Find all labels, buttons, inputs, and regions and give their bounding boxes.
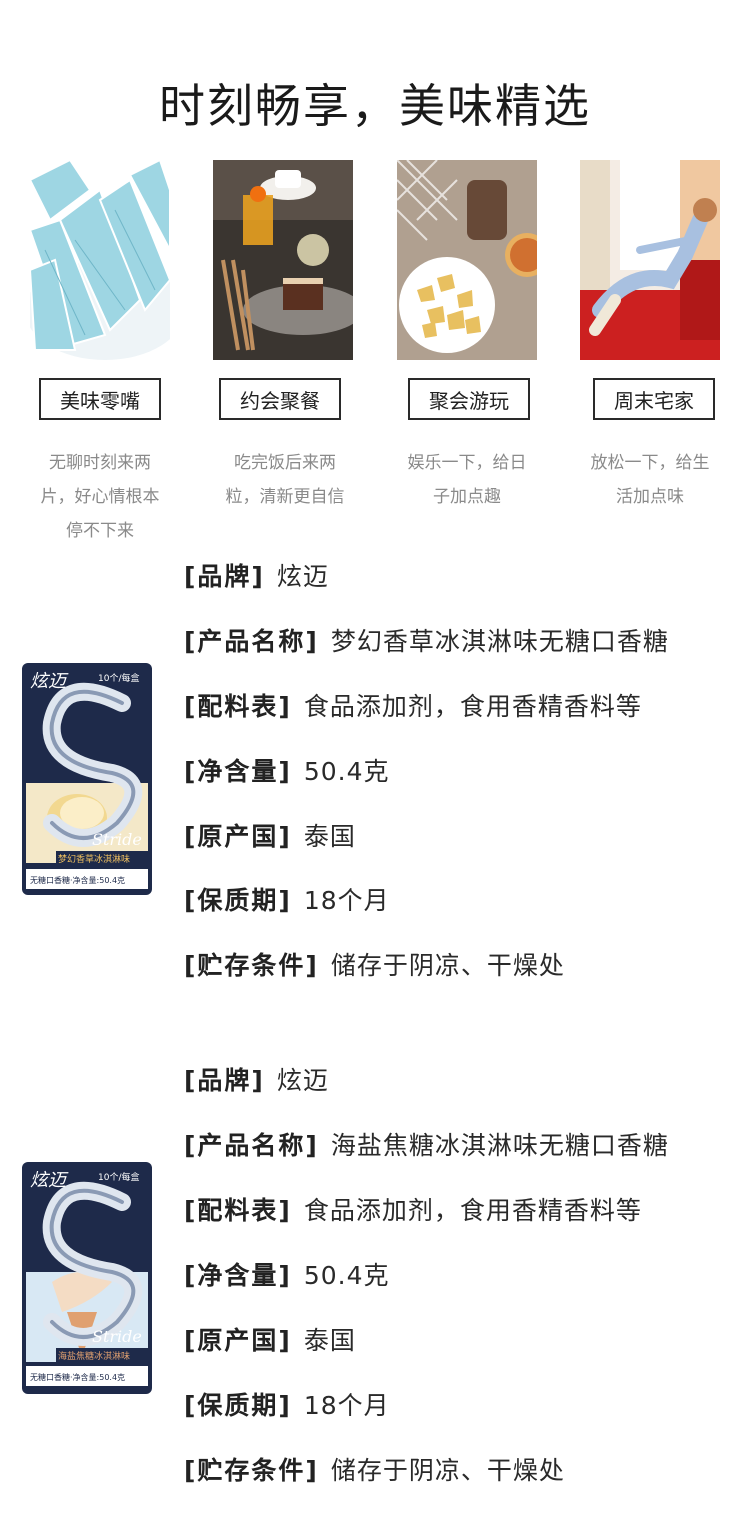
spec-value: 50.4克 <box>303 757 390 786</box>
spec-label: [配料表] <box>184 1196 292 1225</box>
spec-value: 海盐焦糖冰淇淋味无糖口香糖 <box>330 1131 669 1160</box>
svg-text:10个/每盒: 10个/每盒 <box>98 1171 140 1183</box>
spec-origin: [原产国] 泰国 <box>184 815 356 855</box>
spec-label: [净含量] <box>184 1261 292 1290</box>
spec-label: [品牌] <box>184 1066 265 1095</box>
gum-sticks-photo <box>30 160 170 360</box>
spec-value: 18个月 <box>303 886 390 915</box>
spec-value: 18个月 <box>303 1391 390 1420</box>
spec-label: [保质期] <box>184 1391 292 1420</box>
spec-origin: [原产国] 泰国 <box>184 1319 356 1359</box>
spec-ingredients: [配料表] 食品添加剂，食用香精香料等 <box>184 685 642 725</box>
svg-text:炫迈: 炫迈 <box>30 671 69 692</box>
scene-desc-snack: 无聊时刻来两片，好心情根本停不下来 <box>40 453 160 541</box>
spec-storage: [贮存条件] 储存于阴凉、干燥处 <box>184 944 565 984</box>
stride-vanilla-pack: 炫迈 10个/每盒 Stride 梦幻香草冰淇淋味 无糖口香糖·净含量:50.4… <box>22 663 152 895</box>
spec-label: [产品名称] <box>184 627 319 656</box>
spec-brand: [品牌] 炫迈 <box>184 555 329 595</box>
svg-text:梦幻香草冰淇淋味: 梦幻香草冰淇淋味 <box>58 853 130 865</box>
spec-label: [原产国] <box>184 1326 292 1355</box>
spec-value: 泰国 <box>303 1326 356 1355</box>
spec-label: [产品名称] <box>184 1131 319 1160</box>
dessert-table-photo <box>213 160 353 360</box>
spec-net-weight: [净含量] 50.4克 <box>184 1254 390 1294</box>
spec-value: 储存于阴凉、干燥处 <box>330 951 565 980</box>
spec-ingredients: [配料表] 食品添加剂，食用香精香料等 <box>184 1189 642 1229</box>
spec-label: [贮存条件] <box>184 1456 319 1485</box>
spec-label: [贮存条件] <box>184 951 319 980</box>
spec-storage: [贮存条件] 储存于阴凉、干燥处 <box>184 1449 565 1489</box>
spec-label: [原产国] <box>184 822 292 851</box>
svg-text:Stride: Stride <box>92 1327 142 1346</box>
snacks-tea-photo <box>397 160 537 360</box>
scene-tag-dating: 约会聚餐 <box>219 378 341 420</box>
svg-text:海盐焦糖冰淇淋味: 海盐焦糖冰淇淋味 <box>58 1350 130 1362</box>
spec-label: [净含量] <box>184 757 292 786</box>
stride-sea-salt-caramel-pack: 炫迈 10个/每盒 Stride 海盐焦糖冰淇淋味 无糖口香糖·净含量:50.4… <box>22 1162 152 1394</box>
svg-text:无糖口香糖·净含量:50.4克: 无糖口香糖·净含量:50.4克 <box>30 875 125 885</box>
spec-value: 梦幻香草冰淇淋味无糖口香糖 <box>330 627 669 656</box>
page-title: 时刻畅享，美味精选 <box>159 79 591 133</box>
svg-text:Stride: Stride <box>92 830 142 849</box>
spec-brand: [品牌] 炫迈 <box>184 1059 329 1099</box>
svg-text:10个/每盒: 10个/每盒 <box>98 672 140 684</box>
scene-tag-home: 周末宅家 <box>593 378 715 420</box>
scene-desc-home: 放松一下，给生活加点味 <box>590 453 710 507</box>
spec-value: 储存于阴凉、干燥处 <box>330 1456 565 1485</box>
scene-tag-party: 聚会游玩 <box>408 378 530 420</box>
spec-net-weight: [净含量] 50.4克 <box>184 750 390 790</box>
spec-label: [品牌] <box>184 562 265 591</box>
spec-value: 食品添加剂，食用香精香料等 <box>303 692 642 721</box>
spec-label: [保质期] <box>184 886 292 915</box>
relaxing-sofa-photo <box>580 160 720 360</box>
spec-value: 50.4克 <box>303 1261 390 1290</box>
spec-shelf-life: [保质期] 18个月 <box>184 879 390 919</box>
spec-value: 食品添加剂，食用香精香料等 <box>303 1196 642 1225</box>
spec-value: 炫迈 <box>276 1066 329 1095</box>
svg-text:炫迈: 炫迈 <box>30 1170 69 1191</box>
svg-text:无糖口香糖·净含量:50.4克: 无糖口香糖·净含量:50.4克 <box>30 1372 125 1382</box>
spec-label: [配料表] <box>184 692 292 721</box>
scene-desc-dating: 吃完饭后来两粒，清新更自信 <box>225 453 345 507</box>
scene-tag-snack: 美味零嘴 <box>39 378 161 420</box>
spec-product-name: [产品名称] 海盐焦糖冰淇淋味无糖口香糖 <box>184 1124 669 1164</box>
spec-value: 泰国 <box>303 822 356 851</box>
spec-product-name: [产品名称] 梦幻香草冰淇淋味无糖口香糖 <box>184 620 669 660</box>
spec-shelf-life: [保质期] 18个月 <box>184 1384 390 1424</box>
spec-value: 炫迈 <box>276 562 329 591</box>
scene-desc-party: 娱乐一下，给日子加点趣 <box>407 453 527 507</box>
